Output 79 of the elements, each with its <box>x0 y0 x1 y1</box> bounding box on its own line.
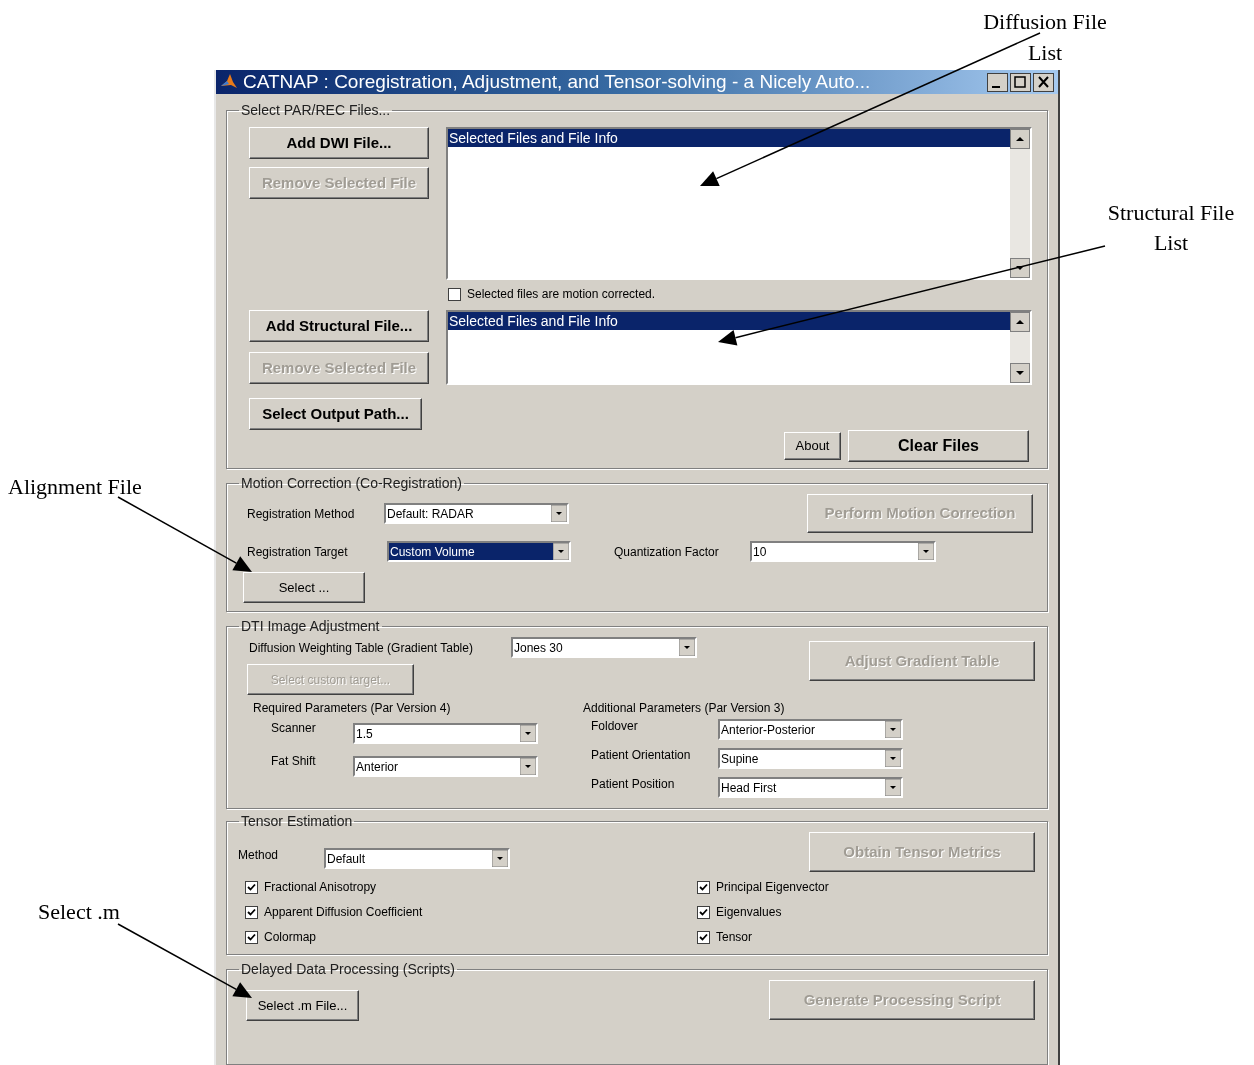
checkbox-label: Principal Eigenvector <box>716 879 829 896</box>
field-label: Additional Parameters (Par Version 3) <box>583 700 786 717</box>
dropdown[interactable]: 10 <box>750 541 936 562</box>
field-label: Foldover <box>590 718 639 735</box>
dropdown[interactable]: Jones 30 <box>511 637 697 658</box>
button[interactable]: Add Structural File... <box>249 310 429 342</box>
checkbox[interactable] <box>697 905 710 919</box>
dropdown-arrow-icon <box>885 721 901 738</box>
dropdown-arrow-icon <box>553 543 569 560</box>
list-header[interactable]: Selected Files and File Info <box>448 129 1010 147</box>
scroll-down-icon[interactable] <box>1010 363 1030 383</box>
checkbox-label: Colormap <box>264 929 317 946</box>
button[interactable]: About <box>784 432 841 460</box>
scrollbar[interactable] <box>1010 312 1030 383</box>
group-title: Tensor Estimation <box>240 812 354 831</box>
scrollbar[interactable] <box>1010 129 1030 278</box>
checkbox-label: Tensor <box>716 929 753 946</box>
field-label: Quantization Factor <box>614 543 720 561</box>
group-title: Motion Correction (Co-Registration) <box>240 474 463 493</box>
group-title: DTI Image Adjustment <box>240 617 381 636</box>
arrowhead-icon <box>699 170 721 187</box>
close-icon[interactable] <box>1033 72 1054 92</box>
dropdown-arrow-icon <box>918 543 934 560</box>
group-title: Select PAR/REC Files... <box>240 101 392 120</box>
field-label: Registration Method <box>247 505 356 523</box>
dropdown-arrow-icon <box>492 850 508 867</box>
file-list[interactable]: Selected Files and File Info <box>446 310 1032 385</box>
field-label: Diffusion Weighting Table (Gradient Table) <box>249 639 474 657</box>
arrowhead-icon <box>231 981 253 999</box>
checkbox[interactable] <box>245 930 258 944</box>
dropdown-arrow-icon <box>679 639 695 656</box>
dropdown-arrow-icon <box>551 505 567 522</box>
dropdown[interactable]: Default: RADAR <box>384 503 569 524</box>
scroll-down-icon[interactable] <box>1010 258 1030 278</box>
group-title: Delayed Data Processing (Scripts) <box>240 960 456 979</box>
button[interactable]: Select Output Path... <box>249 398 422 430</box>
dropdown-arrow-icon <box>520 725 536 742</box>
checkbox[interactable] <box>697 880 710 894</box>
dropdown[interactable]: Head First <box>718 777 903 798</box>
checkbox-label: Fractional Anisotropy <box>264 879 377 896</box>
checkbox[interactable] <box>245 905 258 919</box>
file-list[interactable]: Selected Files and File Info <box>446 127 1032 280</box>
callout-label: Diffusion File List <box>982 8 1108 67</box>
button[interactable]: Select .m File... <box>246 990 359 1021</box>
button[interactable]: Clear Files <box>848 430 1029 462</box>
dropdown-arrow-icon <box>520 758 536 775</box>
checkbox[interactable] <box>697 930 710 944</box>
button[interactable]: Select ... <box>243 572 365 603</box>
field-label: Fat Shift <box>270 753 317 770</box>
field-label: Scanner <box>270 720 317 737</box>
checkbox[interactable] <box>448 287 461 301</box>
minimize-icon[interactable] <box>987 72 1008 92</box>
callout-label: Alignment File <box>8 473 142 501</box>
dropdown[interactable]: Supine <box>718 748 903 769</box>
dropdown-arrow-icon <box>885 779 901 796</box>
dropdown[interactable]: Anterior-Posterior <box>718 719 903 740</box>
scroll-up-icon[interactable] <box>1010 312 1030 332</box>
field-label: Registration Target <box>247 543 349 561</box>
callout-label: Structural File List <box>1106 199 1236 257</box>
arrowhead-icon <box>717 328 739 347</box>
button[interactable]: Add DWI File... <box>249 127 429 159</box>
dropdown-arrow-icon <box>885 750 901 767</box>
maximize-icon[interactable] <box>1010 72 1031 92</box>
field-label: Method <box>238 847 280 864</box>
scroll-up-icon[interactable] <box>1010 129 1030 149</box>
checkbox-label: Eigenvalues <box>716 904 782 921</box>
checkbox-label: Apparent Diffusion Coefficient <box>264 904 423 921</box>
field-label: Patient Position <box>590 776 676 793</box>
dropdown[interactable]: Default <box>324 848 510 869</box>
field-label: Patient Orientation <box>590 747 692 764</box>
window-title: CATNAP : Coregistration, Adjustment, and Tensor-solving - a Nicely Auto... <box>243 69 872 94</box>
checkbox-label: Selected files are motion corrected. <box>467 286 656 303</box>
checkbox[interactable] <box>245 880 258 894</box>
field-label: Required Parameters (Par Version 4) <box>253 700 452 717</box>
dropdown[interactable]: Custom Volume <box>387 541 571 562</box>
dropdown[interactable]: 1.5 <box>353 723 538 744</box>
dropdown[interactable]: Anterior <box>353 756 538 777</box>
list-header[interactable]: Selected Files and File Info <box>448 312 1010 330</box>
callout-label: Select .m <box>38 898 120 926</box>
